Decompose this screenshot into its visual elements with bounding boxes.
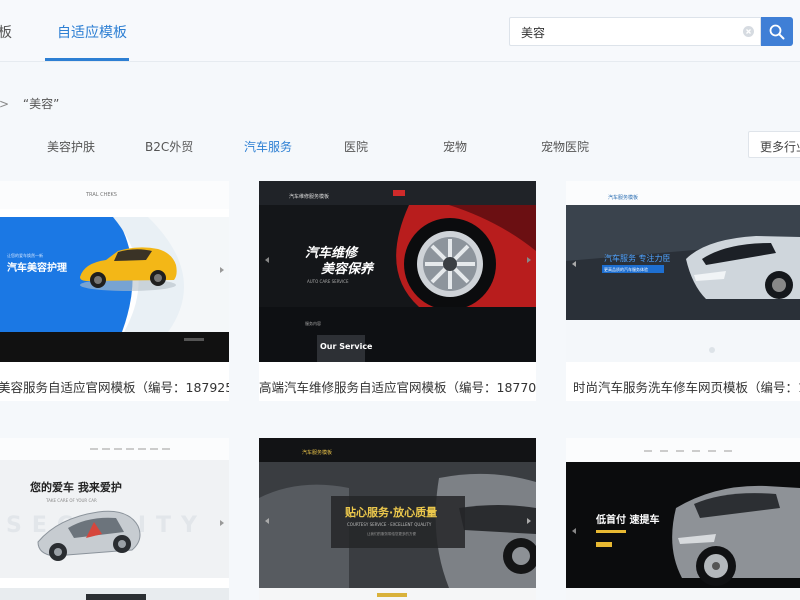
svg-text:更高品质的汽车服务体验: 更高品质的汽车服务体验: [604, 266, 648, 272]
template-card[interactable]: SECURITY 您的爱车 我来爱护 TAKE CARE OF YOUR CAR: [0, 438, 229, 600]
category-b2c-trade[interactable]: B2C外贸: [145, 138, 193, 155]
template-card[interactable]: 让您的爱车焕然一新 汽车美容护理 TRAL CHEKS 美容服务自适应官网模板（…: [0, 181, 229, 401]
svg-text:贴心服务·放心质量: 贴心服务·放心质量: [344, 505, 437, 519]
category-pets[interactable]: 宠物: [443, 138, 467, 155]
template-title[interactable]: 时尚汽车服务洗车修车网页模板（编号：17: [573, 377, 800, 396]
search-button[interactable]: [761, 17, 793, 46]
svg-text:TRAL CHEKS: TRAL CHEKS: [85, 192, 117, 198]
template-title[interactable]: 高端汽车维修服务自适应官网模板（编号：187709）: [259, 377, 536, 396]
svg-text:AUTO CARE SERVICE: AUTO CARE SERVICE: [307, 279, 349, 284]
search-box: [509, 17, 761, 46]
svg-text:COURTESY SERVICE · EXCELLENT Q: COURTESY SERVICE · EXCELLENT QUALITY: [347, 522, 432, 527]
search-input[interactable]: [521, 23, 741, 41]
template-thumbnail[interactable]: 低首付 速提车: [566, 438, 800, 600]
template-thumbnail[interactable]: 汽车服务模板 贴心服务·放心质量 COURTESY SERVICE · EXCE…: [259, 438, 536, 600]
template-thumbnail[interactable]: 汽车维修服务模板 汽车维修 美容保养 AUTO CARE SERVICE 服务内…: [259, 181, 536, 362]
template-title[interactable]: 美容服务自适应官网模板（编号：187925）: [0, 377, 229, 396]
svg-text:服务内容: 服务内容: [305, 320, 321, 326]
template-thumbnail[interactable]: 让您的爱车焕然一新 汽车美容护理 TRAL CHEKS: [0, 181, 229, 362]
category-beauty-skincare[interactable]: 美容护肤: [47, 138, 95, 155]
template-card[interactable]: 汽车服务模板 汽车服务 专注力臣 更高品质的汽车服务体验 时尚汽车服务洗车修车网…: [566, 181, 800, 401]
breadcrumb-current: “美容”: [22, 97, 60, 111]
svg-text:汽车美容护理: 汽车美容护理: [7, 261, 67, 274]
nav-tab-previous[interactable]: 板: [0, 22, 12, 42]
svg-text:让您的爱车焕然一新: 让您的爱车焕然一新: [7, 252, 43, 258]
active-tab-indicator: [45, 58, 129, 61]
nav-tab-responsive-templates[interactable]: 自适应模板: [57, 22, 127, 42]
clear-icon[interactable]: [743, 26, 754, 37]
svg-text:Our Service: Our Service: [320, 342, 373, 351]
category-auto-service[interactable]: 汽车服务: [244, 138, 292, 155]
more-industries-button[interactable]: 更多行业: [748, 131, 800, 158]
svg-text:低首付 速提车: 低首付 速提车: [595, 513, 659, 526]
template-thumbnail[interactable]: SECURITY 您的爱车 我来爱护 TAKE CARE OF YOUR CAR: [0, 438, 229, 600]
breadcrumb-separator: >: [0, 97, 10, 111]
svg-text:让我们的服务带给您更多的方便: 让我们的服务带给您更多的方便: [367, 531, 416, 536]
search-icon: [769, 24, 785, 40]
template-thumbnail[interactable]: 汽车服务模板 汽车服务 专注力臣 更高品质的汽车服务体验: [566, 181, 800, 362]
svg-text:汽车服务 专注力臣: 汽车服务 专注力臣: [604, 253, 671, 263]
category-hospital[interactable]: 医院: [344, 138, 368, 155]
category-pet-hospital[interactable]: 宠物医院: [541, 138, 589, 155]
svg-text:汽车维修服务模板: 汽车维修服务模板: [289, 193, 329, 200]
template-card[interactable]: 汽车服务模板 贴心服务·放心质量 COURTESY SERVICE · EXCE…: [259, 438, 536, 600]
svg-text:汽车服务模板: 汽车服务模板: [608, 194, 638, 201]
template-card[interactable]: 低首付 速提车: [566, 438, 800, 600]
svg-text:美容保养: 美容保养: [321, 261, 375, 277]
svg-text:您的爱车 我来爱护: 您的爱车 我来爱护: [30, 480, 122, 494]
template-card[interactable]: 汽车维修服务模板 汽车维修 美容保养 AUTO CARE SERVICE 服务内…: [259, 181, 536, 401]
page: 板 自适应模板 > “美容” 美容护肤 B2C外贸 汽车服务 医院 宠物 宠物医…: [0, 0, 800, 600]
breadcrumb: > “美容”: [0, 95, 59, 112]
top-nav: 板 自适应模板: [0, 0, 800, 62]
svg-text:汽车维修: 汽车维修: [305, 245, 359, 261]
svg-text:汽车服务模板: 汽车服务模板: [302, 449, 332, 456]
svg-text:TAKE CARE OF YOUR CAR: TAKE CARE OF YOUR CAR: [45, 498, 97, 503]
